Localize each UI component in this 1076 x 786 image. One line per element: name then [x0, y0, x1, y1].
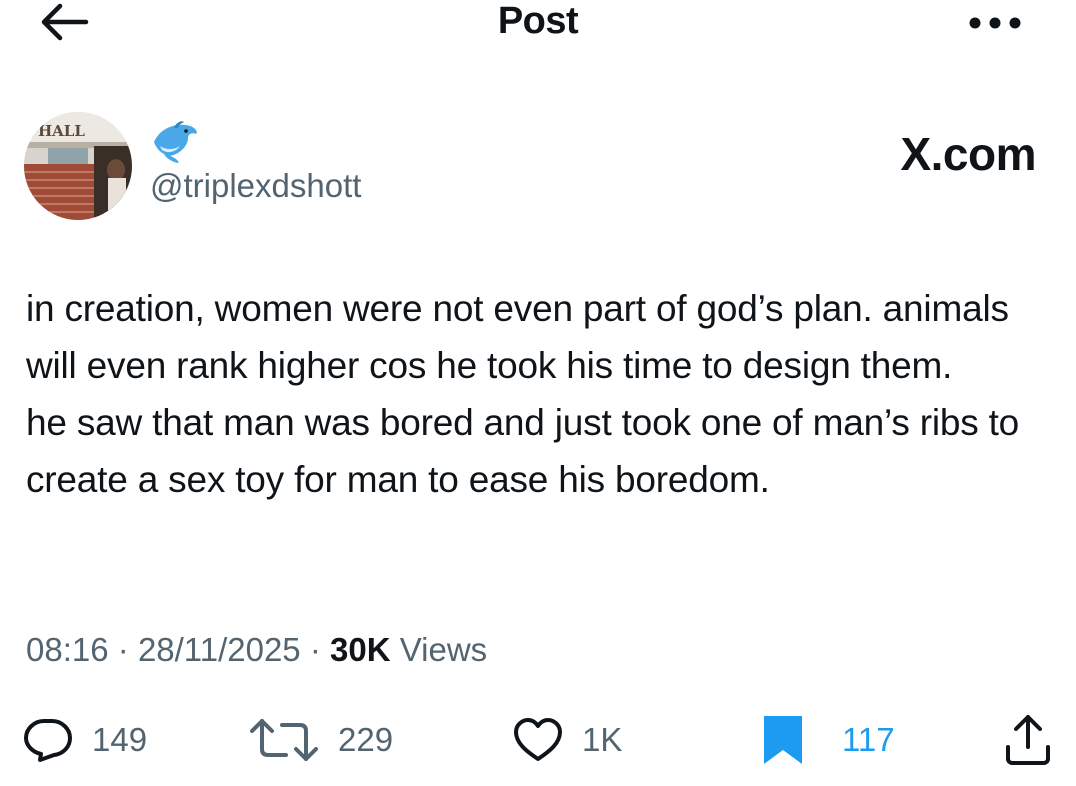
- share-button[interactable]: [1004, 708, 1052, 772]
- meta-separator: ·: [117, 631, 129, 668]
- reply-count: 149: [92, 721, 148, 758]
- avatar-image: HALL: [24, 112, 132, 220]
- x-com-watermark: X.com: [900, 128, 1036, 180]
- more-dots-icon: [969, 17, 1021, 29]
- repost-count: 229: [338, 721, 394, 758]
- avatar[interactable]: HALL: [24, 112, 132, 220]
- post-date[interactable]: 28/11/2025: [138, 631, 301, 668]
- like-button[interactable]: 1K: [512, 708, 622, 772]
- like-count: 1K: [582, 721, 623, 758]
- repost-button[interactable]: 229: [248, 708, 393, 772]
- dolphin-emoji-icon: [150, 118, 202, 164]
- heart-icon: [514, 718, 562, 761]
- page-title: Post: [497, 0, 579, 42]
- post-page: Post HALL @triplexdshott X.com in creati…: [0, 0, 1076, 786]
- meta-separator: ·: [309, 631, 321, 668]
- reply-button[interactable]: 149: [22, 708, 147, 772]
- post-text: in creation, women were not even part of…: [26, 280, 1056, 508]
- author-handle[interactable]: @triplexdshott: [150, 166, 361, 206]
- action-bar: 149 229 1K 117: [0, 708, 1076, 772]
- bookmark-icon: [764, 716, 802, 764]
- more-button[interactable]: [966, 4, 1024, 40]
- post-meta: 08:16 · 28/11/2025 · 30K Views: [26, 630, 487, 670]
- views-label: Views: [399, 631, 488, 668]
- post-paragraph: in creation, women were not even part of…: [26, 288, 1009, 386]
- repost-icon: [250, 719, 318, 761]
- reply-icon: [24, 719, 72, 762]
- bookmark-button[interactable]: 117: [760, 708, 895, 772]
- views-count[interactable]: 30K: [330, 631, 391, 668]
- post-time[interactable]: 08:16: [26, 631, 109, 668]
- bookmark-count: 117: [842, 721, 895, 758]
- share-icon: [1006, 715, 1050, 765]
- svg-text:HALL: HALL: [38, 122, 85, 140]
- post-paragraph: he saw that man was bored and just took …: [26, 402, 1020, 500]
